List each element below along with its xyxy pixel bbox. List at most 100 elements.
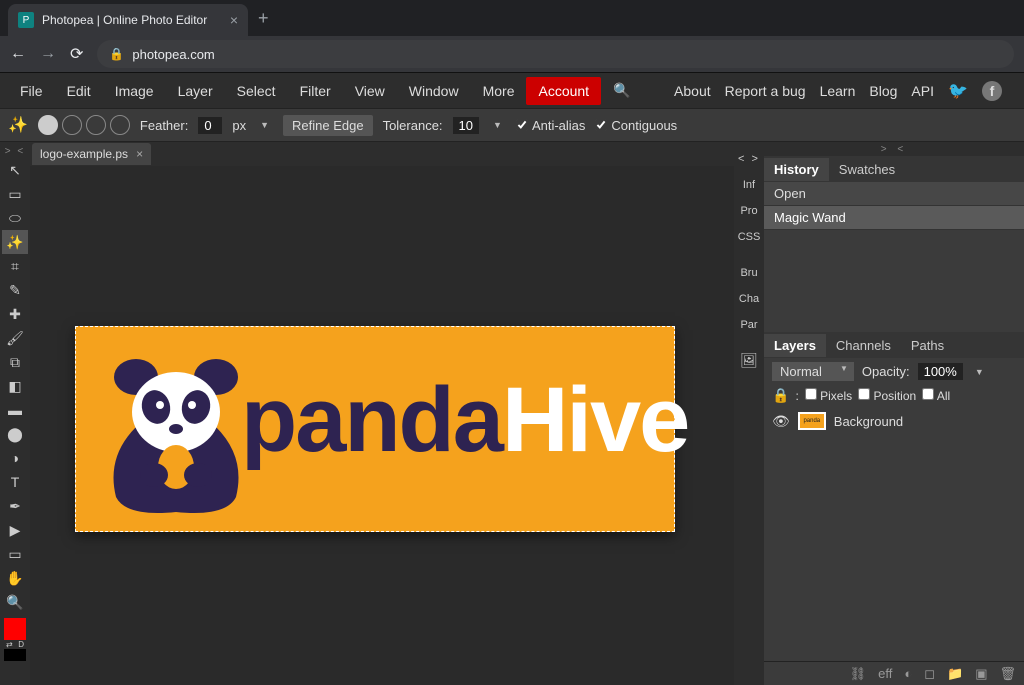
blend-mode-select[interactable]: Normal: [772, 362, 854, 381]
layer-mask-icon[interactable]: ◻: [924, 666, 935, 682]
menu-file[interactable]: File: [8, 77, 55, 105]
blur-tool[interactable]: ⬤: [2, 422, 28, 446]
hand-tool[interactable]: ✋: [2, 566, 28, 590]
menu-report-bug[interactable]: Report a bug: [725, 83, 806, 99]
brush-tool[interactable]: 🖌: [2, 326, 28, 350]
tab-layers[interactable]: Layers: [764, 334, 826, 357]
tool-column-handle[interactable]: > <: [0, 144, 30, 158]
mini-panel-paragraph[interactable]: Par: [735, 312, 763, 338]
menu-about[interactable]: About: [674, 83, 711, 99]
selection-mode-subtract[interactable]: [86, 115, 106, 135]
tolerance-dropdown[interactable]: ▼: [489, 120, 506, 130]
selection-mode-new[interactable]: [38, 115, 58, 135]
contiguous-checkbox[interactable]: [595, 119, 607, 131]
reload-button[interactable]: ⟳: [70, 44, 83, 64]
mini-panel-image-icon[interactable]: 🖼: [735, 348, 763, 374]
zoom-tool[interactable]: 🔍: [2, 590, 28, 614]
tab-title: Photopea | Online Photo Editor: [42, 13, 207, 27]
antialias-checkbox[interactable]: [516, 119, 528, 131]
shape-tool[interactable]: ▭: [2, 542, 28, 566]
file-tab[interactable]: logo-example.ps ×: [32, 143, 151, 165]
menu-more[interactable]: More: [471, 77, 527, 105]
facebook-icon[interactable]: f: [982, 81, 1002, 101]
lock-position[interactable]: Position: [858, 388, 916, 403]
antialias-toggle[interactable]: Anti-alias: [516, 118, 585, 133]
adjustment-layer-icon[interactable]: ◐: [904, 666, 912, 681]
background-color[interactable]: [4, 649, 26, 661]
new-folder-icon[interactable]: 📁: [947, 666, 963, 682]
heal-tool[interactable]: ✚: [2, 302, 28, 326]
mini-panel-brush[interactable]: Bru: [735, 260, 763, 286]
menu-edit[interactable]: Edit: [55, 77, 103, 105]
canvas[interactable]: pandaHive: [30, 166, 734, 685]
artboard: pandaHive: [75, 326, 675, 532]
move-tool[interactable]: ↖: [2, 158, 28, 182]
tab-paths[interactable]: Paths: [901, 334, 954, 357]
dodge-tool[interactable]: ◑: [2, 446, 28, 470]
gradient-tool[interactable]: ▬: [2, 398, 28, 422]
history-item-open[interactable]: Open: [764, 182, 1024, 206]
menu-api[interactable]: API: [911, 83, 934, 99]
foreground-color[interactable]: [4, 618, 26, 640]
mini-panel-properties[interactable]: Pro: [735, 198, 763, 224]
layer-thumbnail[interactable]: panda: [798, 412, 826, 430]
tab-swatches[interactable]: Swatches: [829, 158, 905, 181]
clone-tool[interactable]: ⧉: [2, 350, 28, 374]
tab-channels[interactable]: Channels: [826, 334, 901, 357]
menu-search-icon[interactable]: 🔍: [601, 76, 642, 105]
selection-mode-add[interactable]: [62, 115, 82, 135]
magic-wand-tool[interactable]: ✨: [2, 230, 28, 254]
new-layer-icon[interactable]: ▣: [975, 666, 987, 682]
browser-tab[interactable]: P Photopea | Online Photo Editor ×: [8, 4, 248, 36]
opacity-value[interactable]: 100%: [918, 363, 963, 380]
menu-account[interactable]: Account: [526, 77, 601, 105]
logo-text: pandaHive: [241, 367, 688, 473]
feather-value[interactable]: 0: [198, 117, 222, 134]
delete-layer-icon[interactable]: 🗑: [999, 666, 1016, 682]
back-button[interactable]: ←: [10, 45, 26, 63]
layer-effects-icon[interactable]: eff: [878, 666, 892, 681]
link-layers-icon[interactable]: ⛓: [850, 666, 867, 682]
crop-tool[interactable]: ⌗: [2, 254, 28, 278]
refine-edge-button[interactable]: Refine Edge: [283, 115, 373, 136]
eraser-tool[interactable]: ◧: [2, 374, 28, 398]
eyedropper-tool[interactable]: ✎: [2, 278, 28, 302]
mini-panel-info[interactable]: Inf: [735, 172, 763, 198]
file-tab-close-icon[interactable]: ×: [136, 147, 143, 161]
opacity-dropdown[interactable]: ▼: [971, 367, 988, 377]
menu-learn[interactable]: Learn: [820, 83, 856, 99]
close-tab-icon[interactable]: ×: [230, 12, 238, 28]
lasso-tool[interactable]: ⬭: [2, 206, 28, 230]
forward-button[interactable]: →: [40, 45, 56, 63]
contiguous-toggle[interactable]: Contiguous: [595, 118, 677, 133]
menu-layer[interactable]: Layer: [166, 77, 225, 105]
mini-panel-character[interactable]: Cha: [735, 286, 763, 312]
mini-panel-handle[interactable]: < >: [734, 146, 764, 172]
menu-blog[interactable]: Blog: [869, 83, 897, 99]
feather-dropdown[interactable]: ▼: [256, 120, 273, 130]
mini-panel-css[interactable]: CSS: [735, 224, 763, 250]
menubar-right: About Report a bug Learn Blog API 🐦 f: [674, 81, 1016, 101]
new-tab-button[interactable]: +: [258, 8, 269, 29]
tab-history[interactable]: History: [764, 158, 829, 181]
marquee-tool[interactable]: ▭: [2, 182, 28, 206]
layer-visibility-icon[interactable]: 👁: [772, 413, 790, 430]
address-field[interactable]: 🔒 photopea.com: [97, 40, 1014, 68]
type-tool[interactable]: T: [2, 470, 28, 494]
menu-select[interactable]: Select: [225, 77, 288, 105]
color-swap[interactable]: ⇄D: [4, 640, 26, 649]
twitter-icon[interactable]: 🐦: [948, 81, 968, 101]
menu-image[interactable]: Image: [103, 77, 166, 105]
path-select-tool[interactable]: ▶: [2, 518, 28, 542]
menu-window[interactable]: Window: [397, 77, 471, 105]
lock-all[interactable]: All: [922, 388, 950, 403]
menu-filter[interactable]: Filter: [288, 77, 343, 105]
panel-handle[interactable]: > <: [764, 142, 1024, 156]
menu-view[interactable]: View: [343, 77, 397, 105]
lock-pixels[interactable]: Pixels: [805, 388, 852, 403]
selection-mode-intersect[interactable]: [110, 115, 130, 135]
tolerance-value[interactable]: 10: [453, 117, 479, 134]
history-item-magic-wand[interactable]: Magic Wand: [764, 206, 1024, 230]
pen-tool[interactable]: ✒: [2, 494, 28, 518]
layer-row[interactable]: 👁 panda Background: [764, 406, 1024, 436]
